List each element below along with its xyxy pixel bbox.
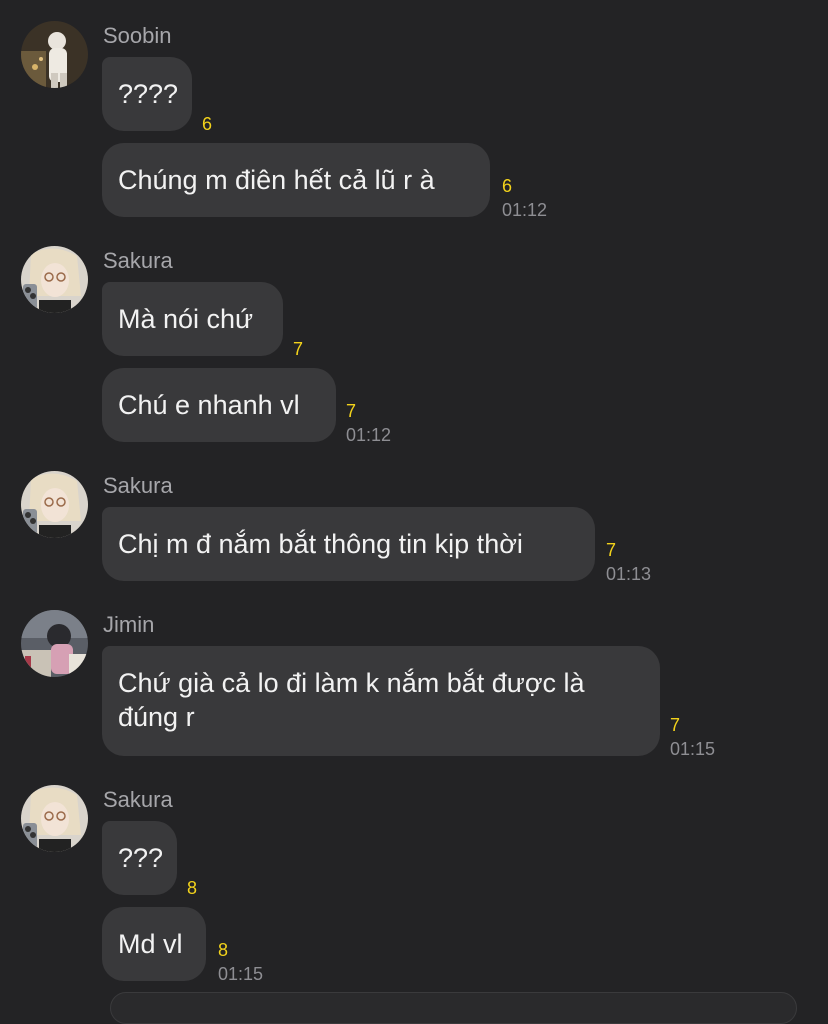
message-text: ???: [118, 843, 164, 873]
sakura-avatar-image: [21, 785, 88, 852]
message-text: Chị m đ nắm bắt thông tin kịp thời: [118, 529, 523, 559]
message-input-bar[interactable]: [110, 992, 797, 1024]
message-time: 01:12: [502, 200, 548, 220]
sender-name: Jimin: [103, 612, 155, 637]
message-bubble[interactable]: Chúng m điên hết cả lũ r à: [102, 143, 490, 217]
message-text: Chứ già cả lo đi làm k nắm bắt được là đ…: [118, 668, 585, 732]
reaction-count: 7: [670, 715, 681, 735]
soobin-avatar-image: [21, 21, 88, 88]
message-bubble[interactable]: Mà nói chứ: [102, 282, 283, 356]
message-bubble[interactable]: ???: [102, 821, 177, 895]
sakura-avatar-image: [21, 246, 88, 313]
reaction-count: 6: [202, 114, 213, 134]
sender-name: Sakura: [103, 473, 173, 498]
message-bubble[interactable]: ????: [102, 57, 192, 131]
avatar[interactable]: [21, 246, 88, 313]
reaction-count: 8: [218, 940, 229, 960]
message-bubble[interactable]: Chị m đ nắm bắt thông tin kịp thời: [102, 507, 595, 581]
message-bubble[interactable]: Chứ già cả lo đi làm k nắm bắt được là đ…: [102, 646, 660, 756]
reaction-count: 7: [346, 401, 357, 421]
message-time: 01:15: [670, 739, 716, 759]
message-text: Md vl: [118, 929, 183, 959]
message-text: Mà nói chứ: [118, 304, 254, 334]
message-time: 01:15: [218, 964, 264, 984]
message-time: 01:12: [346, 425, 392, 445]
sender-name: Sakura: [103, 248, 173, 273]
message-text: Chú e nhanh vl: [118, 390, 300, 420]
avatar[interactable]: [21, 785, 88, 852]
reaction-count: 6: [502, 176, 513, 196]
avatar[interactable]: [21, 471, 88, 538]
sakura-avatar-image: [21, 471, 88, 538]
sender-name: Sakura: [103, 787, 173, 812]
reaction-count: 7: [606, 540, 617, 560]
message-bubble[interactable]: Md vl: [102, 907, 206, 981]
message-text: ????: [118, 79, 179, 109]
avatar[interactable]: [21, 610, 88, 677]
message-time: 01:13: [606, 564, 652, 584]
jimin-avatar-image: [21, 610, 88, 677]
message-bubble[interactable]: Chú e nhanh vl: [102, 368, 336, 442]
sender-name: Soobin: [103, 23, 172, 48]
reaction-count: 8: [187, 878, 198, 898]
message-text: Chúng m điên hết cả lũ r à: [118, 165, 435, 195]
reaction-count: 7: [293, 339, 304, 359]
avatar[interactable]: [21, 21, 88, 88]
